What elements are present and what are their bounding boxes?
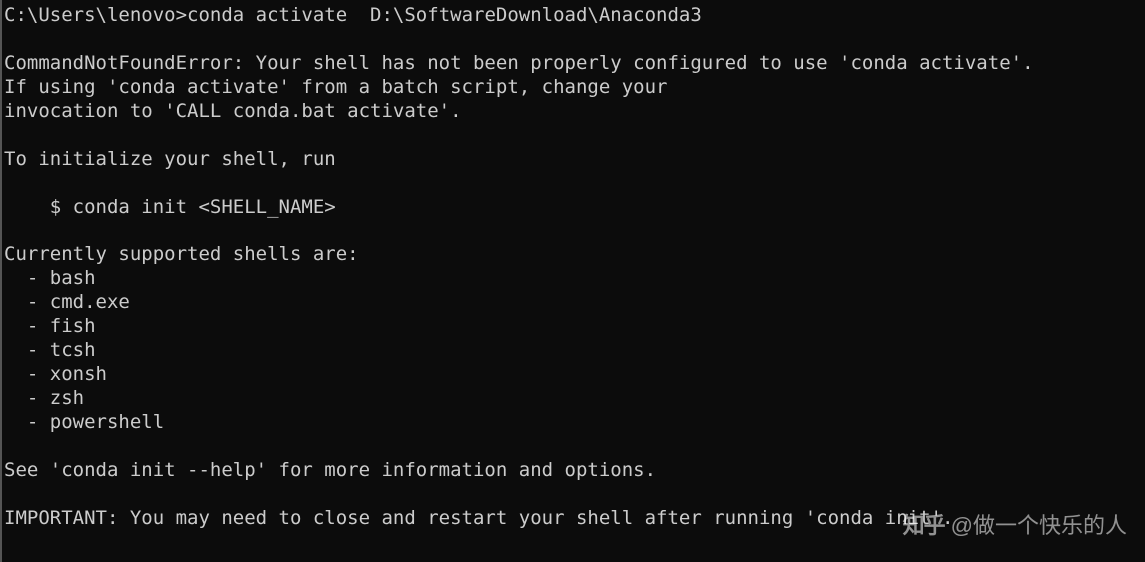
output-line: $ conda init <SHELL_NAME> [4,196,336,218]
output-line: If using 'conda activate' from a batch s… [4,76,667,98]
output-line: - tcsh [4,339,96,361]
output-line: IMPORTANT: You may need to close and res… [4,507,953,529]
command-input: conda activate D:\SoftwareDownload\Anaco… [187,4,702,26]
output-line: Currently supported shells are: [4,243,359,265]
output-line: CommandNotFoundError: Your shell has not… [4,52,1034,74]
output-line: - fish [4,315,96,337]
output-line: - xonsh [4,363,107,385]
output-line: invocation to 'CALL conda.bat activate'. [4,100,462,122]
output-line: - zsh [4,387,84,409]
output-line: - powershell [4,411,164,433]
output-line: To initialize your shell, run [4,148,336,170]
output-line: - cmd.exe [4,291,130,313]
command-prompt: C:\Users\lenovo> [4,4,187,26]
terminal-output[interactable]: C:\Users\lenovo>conda activate D:\Softwa… [2,0,1145,535]
output-line: See 'conda init --help' for more informa… [4,459,656,481]
output-line: - bash [4,267,96,289]
